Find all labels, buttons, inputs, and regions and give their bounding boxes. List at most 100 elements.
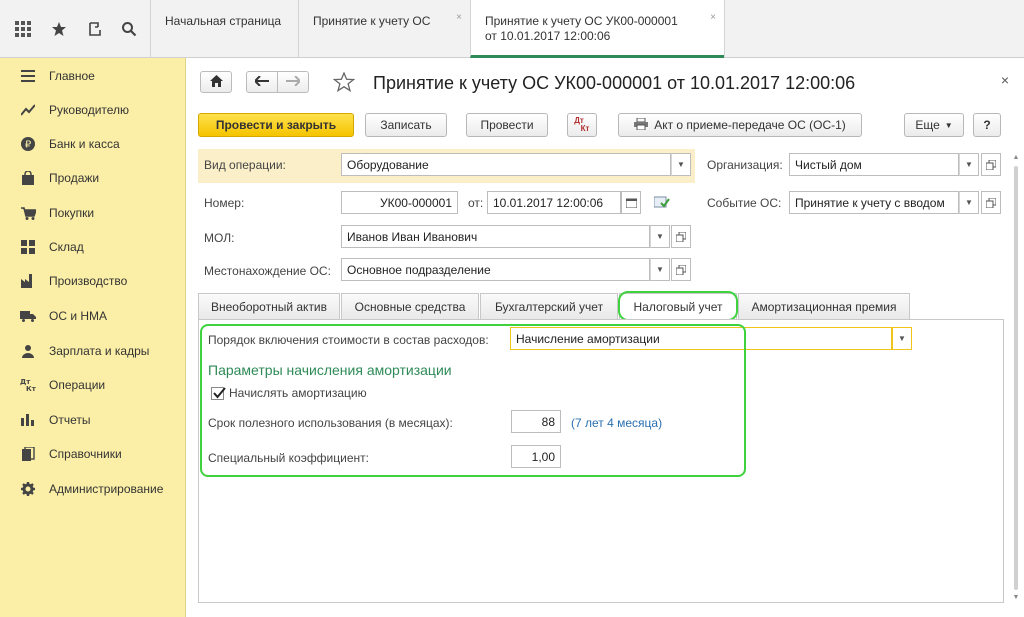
tab-depreciation-bonus[interactable]: Амортизационная премия (738, 293, 910, 319)
sidebar-item-warehouse[interactable]: Склад (0, 232, 186, 262)
warehouse-grid-icon (18, 240, 38, 254)
calendar-icon[interactable] (621, 191, 641, 214)
printer-icon (634, 117, 649, 133)
sidebar-item-label: Зарплата и кадры (49, 344, 150, 358)
apps-grid-icon[interactable] (12, 18, 34, 40)
cart-icon (18, 206, 38, 220)
sidebar-item-sales[interactable]: Продажи (0, 163, 186, 193)
arrow-right-icon (286, 75, 302, 89)
history-icon[interactable] (84, 18, 106, 40)
document-form: Принятие к учету ОС УК00-000001 от 10.01… (186, 58, 1024, 617)
chevron-down-icon[interactable]: ▼ (671, 153, 691, 176)
status-ok-icon (653, 195, 670, 212)
operation-type-label: Вид операции: (204, 158, 286, 172)
print-act-button[interactable]: Акт о приеме-передаче ОС (ОС-1) (618, 113, 862, 137)
form-tabs: Внеоборотный актив Основные средства Бух… (198, 293, 998, 320)
shopping-bag-icon (18, 171, 38, 185)
save-button[interactable]: Записать (365, 113, 447, 137)
forward-button[interactable] (277, 71, 309, 93)
top-bar: Начальная страница Принятие к учету ОС ×… (0, 0, 1024, 58)
favorite-star-icon[interactable] (332, 71, 356, 95)
sidebar-item-catalogs[interactable]: Справочники (0, 439, 186, 469)
home-icon (209, 74, 223, 90)
sidebar-item-label: Главное (49, 69, 95, 83)
books-icon (18, 447, 38, 461)
svg-text:Кт: Кт (26, 385, 36, 392)
chevron-down-icon[interactable]: ▼ (650, 225, 670, 248)
sidebar-item-manager[interactable]: Руководителю (0, 95, 186, 125)
post-and-close-button[interactable]: Провести и закрыть (198, 113, 354, 137)
dt-kt-button[interactable]: Дт Кт (567, 113, 597, 137)
open-link-icon[interactable] (671, 225, 691, 248)
open-link-icon[interactable] (981, 153, 1001, 176)
sidebar-item-label: Операции (49, 378, 106, 392)
close-icon[interactable]: × (710, 10, 716, 25)
sidebar-item-operations[interactable]: Дт Кт Операции (0, 370, 186, 400)
tab-asset-acceptance-list[interactable]: Принятие к учету ОС × (298, 0, 470, 58)
tab-doc-label-line1: Принятие к учету ОС УК00-000001 (485, 14, 678, 28)
back-button[interactable] (246, 71, 278, 93)
mol-field[interactable]: Иванов Иван Иванович (341, 225, 650, 248)
sidebar-item-label: Справочники (49, 447, 122, 461)
sidebar-item-label: Продажи (49, 171, 100, 185)
sidebar-item-admin[interactable]: Администрирование (0, 474, 186, 504)
sidebar-item-purchases[interactable]: Покупки (0, 198, 186, 228)
tab-asset-acceptance-doc[interactable]: Принятие к учету ОС УК00-000001 от 10.01… (470, 0, 724, 58)
scroll-thumb[interactable] (1014, 166, 1018, 590)
chevron-down-icon[interactable]: ▼ (959, 191, 979, 214)
post-button[interactable]: Провести (466, 113, 548, 137)
sidebar-item-main[interactable]: Главное (0, 61, 186, 91)
svg-text:₽: ₽ (25, 140, 32, 151)
asset-event-field[interactable]: Принятие к учету с вводом (789, 191, 959, 214)
help-button[interactable]: ? (973, 113, 1001, 137)
bar-chart-icon (18, 414, 38, 426)
search-icon[interactable] (118, 18, 140, 40)
sidebar-item-label: Банк и касса (49, 137, 120, 151)
number-field[interactable]: УК00-000001 (341, 191, 458, 214)
star-icon[interactable] (48, 18, 70, 40)
sidebar: Главное Руководителю ₽ Банк и касса Прод… (0, 58, 186, 617)
chevron-down-icon[interactable]: ▼ (892, 327, 912, 350)
form-scrollbar[interactable]: ▲ ▼ (1012, 154, 1020, 604)
trend-chart-icon (18, 104, 38, 116)
sidebar-item-label: ОС и НМА (49, 309, 108, 323)
tab-fixed-assets[interactable]: Основные средства (341, 293, 479, 319)
close-icon[interactable]: × (456, 10, 462, 25)
chevron-down-icon[interactable]: ▼ (959, 153, 979, 176)
scroll-down-icon[interactable]: ▼ (1012, 594, 1020, 602)
open-link-icon[interactable] (981, 191, 1001, 214)
open-link-icon[interactable] (671, 258, 691, 281)
sidebar-item-bank[interactable]: ₽ Банк и касса (0, 129, 186, 159)
tab-doc-label-line2: от 10.01.2017 12:00:06 (485, 29, 611, 43)
menu-lines-icon (18, 70, 38, 82)
scroll-up-icon[interactable]: ▲ (1012, 154, 1020, 162)
page-title: Принятие к учету ОС УК00-000001 от 10.01… (373, 73, 856, 93)
tab-accounting[interactable]: Бухгалтерский учет (480, 293, 618, 319)
date-field[interactable]: 10.01.2017 12:00:06 (487, 191, 621, 214)
arrow-left-icon (253, 75, 269, 89)
sidebar-item-production[interactable]: Производство (0, 266, 186, 296)
tab-home[interactable]: Начальная страница (150, 0, 298, 58)
tab-noncurrent-asset[interactable]: Внеоборотный актив (198, 293, 340, 319)
sidebar-item-reports[interactable]: Отчеты (0, 405, 186, 435)
factory-icon (18, 274, 38, 288)
mol-label: МОЛ: (204, 231, 235, 245)
organization-field[interactable]: Чистый дом (789, 153, 959, 176)
operation-type-field[interactable]: Оборудование (341, 153, 671, 176)
people-icon (18, 344, 38, 358)
sidebar-item-fixed-assets[interactable]: ОС и НМА (0, 301, 186, 331)
sidebar-item-label: Покупки (49, 206, 95, 220)
close-icon[interactable]: × (1001, 72, 1009, 88)
date-label: от: (468, 196, 484, 210)
more-label: Еще (915, 118, 940, 132)
kt-label: Кт (580, 124, 590, 133)
more-menu-button[interactable]: Еще ▼ (904, 113, 964, 137)
print-act-label: Акт о приеме-передаче ОС (ОС-1) (654, 118, 846, 132)
chevron-down-icon[interactable]: ▼ (650, 258, 670, 281)
tab-asset-acceptance-list-label: Принятие к учету ОС (313, 14, 431, 28)
sidebar-item-salary[interactable]: Зарплата и кадры (0, 336, 186, 366)
dt-kt-icon: Дт Кт (18, 378, 38, 392)
home-button[interactable] (200, 71, 232, 93)
location-field[interactable]: Основное подразделение (341, 258, 650, 281)
number-label: Номер: (204, 196, 245, 210)
